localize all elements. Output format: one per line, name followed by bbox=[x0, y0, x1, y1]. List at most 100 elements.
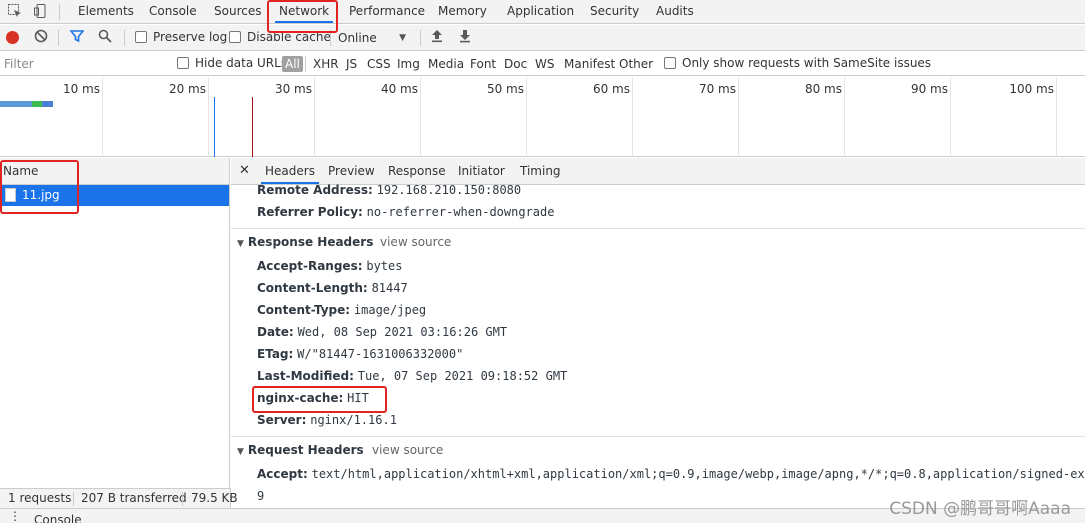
tab-audits[interactable]: Audits bbox=[652, 0, 698, 23]
tab-preview[interactable]: Preview bbox=[324, 158, 379, 184]
header-key: Referrer Policy: bbox=[257, 205, 363, 219]
timeline-tick-label: 100 ms bbox=[1009, 82, 1054, 96]
domcontentloaded-marker bbox=[214, 97, 215, 157]
close-icon[interactable]: ✕ bbox=[239, 158, 250, 184]
hide-data-urls-checkbox[interactable] bbox=[177, 57, 189, 69]
preserve-log-checkbox[interactable] bbox=[135, 31, 147, 43]
device-toolbar-icon[interactable] bbox=[32, 3, 50, 21]
header-value: Wed, 08 Sep 2021 03:16:26 GMT bbox=[297, 325, 508, 339]
load-event-marker bbox=[252, 97, 253, 157]
filter-type-manifest[interactable]: Manifest bbox=[562, 56, 617, 72]
timeline-tick-label: 20 ms bbox=[168, 82, 206, 96]
request-list: Name 11.jpg bbox=[0, 158, 230, 488]
header-value: no-referrer-when-downgrade bbox=[366, 205, 555, 219]
tab-application[interactable]: Application bbox=[503, 0, 578, 23]
clear-icon[interactable] bbox=[32, 29, 50, 47]
tab-security[interactable]: Security bbox=[586, 0, 643, 23]
details-tabs: ✕ Headers Preview Response Initiator Tim… bbox=[231, 158, 1085, 185]
header-value: 9 bbox=[257, 489, 265, 503]
status-divider bbox=[73, 492, 74, 506]
request-name: 11.jpg bbox=[22, 188, 60, 202]
view-source-link[interactable]: view source bbox=[372, 443, 443, 457]
import-har-icon[interactable] bbox=[428, 29, 446, 47]
network-toolbar: Preserve log Disable cache Online ▼ bbox=[0, 25, 1085, 51]
record-button[interactable] bbox=[6, 31, 19, 44]
tab-timing[interactable]: Timing bbox=[516, 158, 565, 184]
header-value: 192.168.210.150:8080 bbox=[376, 183, 522, 197]
toolbar-divider bbox=[124, 30, 125, 46]
view-source-link[interactable]: view source bbox=[380, 235, 451, 249]
timeline-gridline bbox=[102, 77, 103, 157]
filter-type-other[interactable]: Other bbox=[617, 56, 655, 72]
filter-input[interactable] bbox=[0, 54, 164, 73]
header-line: Content-Length: 81447 bbox=[257, 281, 408, 295]
disable-cache-checkbox[interactable] bbox=[229, 31, 241, 43]
tab-memory[interactable]: Memory bbox=[434, 0, 491, 23]
inspect-element-icon[interactable] bbox=[6, 3, 24, 21]
request-bar-tail bbox=[42, 101, 53, 107]
timeline-gridline bbox=[844, 77, 845, 157]
filter-type-img[interactable]: Img bbox=[395, 56, 422, 72]
tab-console[interactable]: Console bbox=[145, 0, 201, 23]
timeline-gridline bbox=[738, 77, 739, 157]
search-icon[interactable] bbox=[96, 29, 114, 47]
header-key: Accept: bbox=[257, 467, 308, 481]
request-details: ✕ Headers Preview Response Initiator Tim… bbox=[231, 158, 1085, 508]
toolbar-divider bbox=[305, 56, 306, 72]
samesite-checkbox[interactable] bbox=[664, 57, 676, 69]
request-bar-download bbox=[32, 101, 42, 107]
filter-type-css[interactable]: CSS bbox=[365, 56, 393, 72]
export-har-icon[interactable] bbox=[456, 29, 474, 47]
tab-network[interactable]: Network bbox=[275, 0, 334, 23]
filter-type-font[interactable]: Font bbox=[468, 56, 498, 72]
status-bar: 1 requests 207 B transferred 79.5 KB bbox=[0, 488, 238, 508]
samesite-label: Only show requests with SameSite issues bbox=[682, 56, 932, 70]
tab-response[interactable]: Response bbox=[384, 158, 450, 184]
file-icon bbox=[5, 188, 16, 202]
header-key: Content-Length: bbox=[257, 281, 368, 295]
tab-performance[interactable]: Performance bbox=[345, 0, 429, 23]
throttling-select[interactable]: Online ▼ bbox=[338, 30, 410, 46]
header-key: Accept-Ranges: bbox=[257, 259, 363, 273]
tab-elements[interactable]: Elements bbox=[74, 0, 138, 23]
header-value: HIT bbox=[347, 391, 369, 405]
request-row[interactable]: 11.jpg bbox=[0, 185, 229, 206]
name-column-header[interactable]: Name bbox=[0, 158, 229, 185]
filter-icon[interactable] bbox=[68, 29, 86, 47]
filter-type-js[interactable]: JS bbox=[344, 56, 359, 72]
response-headers-toggle[interactable]: ▼ Response Headers bbox=[237, 235, 373, 249]
toolbar-divider bbox=[330, 30, 331, 46]
timeline-tick-label: 30 ms bbox=[274, 82, 312, 96]
filter-type-ws[interactable]: WS bbox=[533, 56, 556, 72]
header-value: Tue, 07 Sep 2021 09:18:52 GMT bbox=[357, 369, 568, 383]
header-line: Accept-Ranges: bytes bbox=[257, 259, 402, 273]
timeline-tick-label: 10 ms bbox=[62, 82, 100, 96]
triangle-down-icon: ▼ bbox=[237, 447, 244, 457]
header-value: text/html,application/xhtml+xml,applicat… bbox=[311, 467, 1085, 481]
header-line: Accept: text/html,application/xhtml+xml,… bbox=[257, 467, 1085, 481]
triangle-down-icon: ▼ bbox=[237, 239, 244, 249]
filter-type-xhr[interactable]: XHR bbox=[311, 56, 341, 72]
more-options-icon[interactable]: ⋮ bbox=[9, 509, 21, 523]
tab-sources[interactable]: Sources bbox=[210, 0, 265, 23]
header-key: Date: bbox=[257, 325, 294, 339]
network-overview[interactable]: 10 ms 20 ms 30 ms 40 ms 50 ms 60 ms 70 m… bbox=[0, 77, 1085, 157]
request-headers-toggle[interactable]: ▼ Request Headers bbox=[237, 443, 364, 457]
header-key: Remote Address: bbox=[257, 183, 373, 197]
drawer-tab-console[interactable]: Console bbox=[34, 513, 82, 523]
header-value: 81447 bbox=[371, 281, 408, 295]
filter-type-all[interactable]: All bbox=[282, 56, 303, 72]
resources-size: 79.5 KB bbox=[191, 491, 238, 505]
filter-type-media[interactable]: Media bbox=[426, 56, 466, 72]
timeline-gridline bbox=[1056, 77, 1057, 157]
timeline-gridline bbox=[420, 77, 421, 157]
header-value: W/"81447-1631006332000" bbox=[297, 347, 464, 361]
filter-type-doc[interactable]: Doc bbox=[502, 56, 529, 72]
header-line: nginx-cache: HIT bbox=[257, 391, 369, 405]
devtools-tabbar: Elements Console Sources Network Perform… bbox=[0, 0, 1085, 24]
tab-headers[interactable]: Headers bbox=[261, 158, 319, 184]
tab-initiator[interactable]: Initiator bbox=[454, 158, 509, 184]
response-headers-title: Response Headers bbox=[247, 235, 374, 249]
request-headers-title: Request Headers bbox=[247, 443, 364, 457]
header-value: nginx/1.16.1 bbox=[310, 413, 397, 427]
